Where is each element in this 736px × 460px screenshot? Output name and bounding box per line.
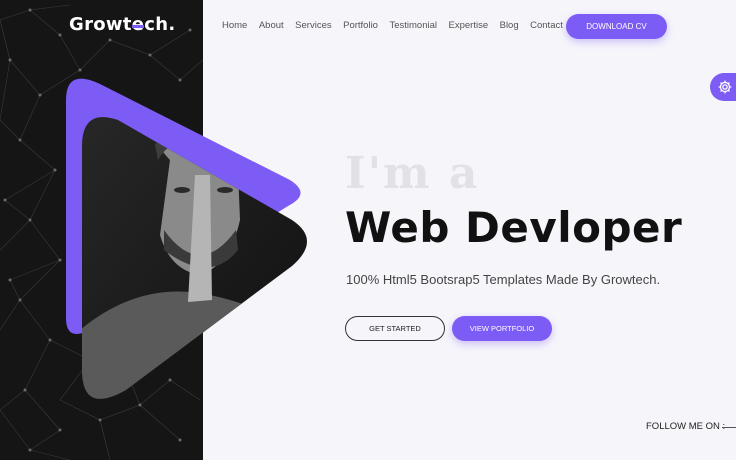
get-started-button[interactable]: GET STARTED xyxy=(345,316,445,341)
portrait-photo xyxy=(82,117,307,399)
gear-icon xyxy=(718,80,732,94)
settings-toggle-button[interactable] xyxy=(710,73,736,101)
nav-item-services[interactable]: Services xyxy=(295,20,331,31)
hero-role-title: Web Devloper xyxy=(345,203,683,252)
download-cv-button[interactable]: DOWNLOAD CV xyxy=(566,14,667,39)
follow-me-label: FOLLOW ME ON : xyxy=(646,421,726,432)
brand-name-suffix: ch xyxy=(144,14,169,35)
nav-item-blog[interactable]: Blog xyxy=(500,20,519,31)
nav-item-contact[interactable]: Contact xyxy=(530,20,563,31)
hero-intro-text: I'm a xyxy=(345,148,480,199)
view-portfolio-button[interactable]: VIEW PORTFOLIO xyxy=(452,316,552,341)
nav-item-testimonial[interactable]: Testimonial xyxy=(389,20,437,31)
nav-item-home[interactable]: Home xyxy=(222,20,247,31)
brand-name-e: e xyxy=(131,14,145,35)
brand-name-prefix: Growt xyxy=(69,14,132,35)
brand-logo[interactable]: Growtech. xyxy=(69,14,176,35)
nav-item-about[interactable]: About xyxy=(259,20,284,31)
hero-tagline: 100% Html5 Bootsrap5 Templates Made By G… xyxy=(346,272,661,287)
follow-divider-line xyxy=(722,427,736,428)
hero-portrait-graphic xyxy=(66,78,307,399)
brand-name-dot: . xyxy=(168,14,176,35)
nav-item-portfolio[interactable]: Portfolio xyxy=(343,20,378,31)
main-navigation: Home About Services Portfolio Testimonia… xyxy=(222,20,574,31)
nav-item-expertise[interactable]: Expertise xyxy=(449,20,489,31)
